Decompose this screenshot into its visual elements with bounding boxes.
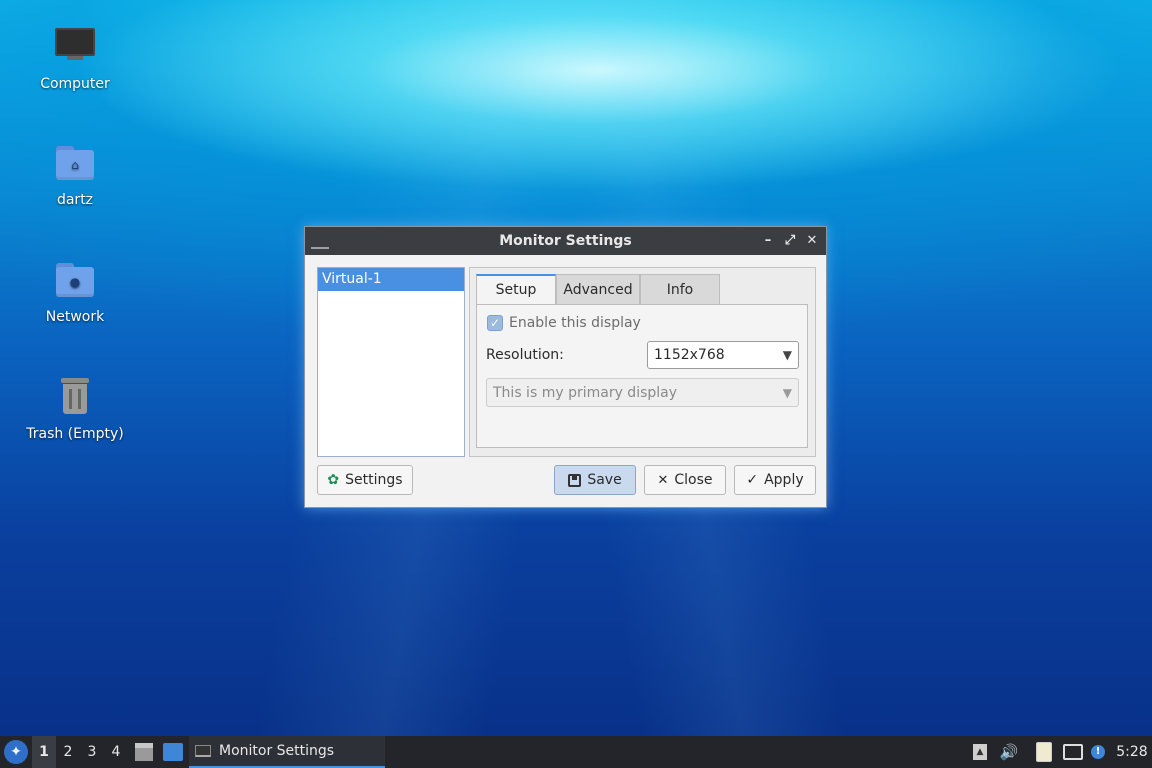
- volume-icon[interactable]: 🔊: [998, 736, 1020, 768]
- chevron-down-icon: ▼: [782, 385, 792, 400]
- workspace-4[interactable]: 4: [104, 736, 128, 768]
- display-list-item[interactable]: Virtual-1: [318, 268, 464, 291]
- gear-icon: ✿: [327, 472, 340, 488]
- desktop-icon-network[interactable]: ● Network: [10, 255, 140, 325]
- close-button-label: Close: [674, 472, 713, 488]
- close-button[interactable]: ✕ Close: [644, 465, 726, 495]
- setup-tab-page: ✓ Enable this display Resolution: 1152x7…: [476, 304, 808, 448]
- monitor-app-icon: [311, 237, 329, 249]
- taskbar-task-monitor-settings[interactable]: Monitor Settings: [189, 736, 385, 768]
- settings-button[interactable]: ✿ Settings: [317, 465, 413, 495]
- task-label: Monitor Settings: [219, 743, 335, 759]
- show-desktop-icon[interactable]: [163, 743, 183, 761]
- clock[interactable]: 5:28: [1112, 736, 1152, 768]
- resolution-select[interactable]: 1152x768 ▼: [647, 341, 799, 369]
- tab-info[interactable]: Info: [640, 274, 720, 304]
- monitor-settings-dialog: Monitor Settings – ⤢ ✕ Virtual-1 Setup A…: [304, 226, 827, 508]
- workspace-1[interactable]: 1: [32, 736, 56, 768]
- minimize-icon[interactable]: –: [760, 232, 776, 250]
- clipboard-icon[interactable]: [1034, 736, 1054, 768]
- resolution-label: Resolution:: [486, 347, 564, 363]
- close-x-icon: ✕: [657, 472, 669, 488]
- desktop-icon-label: dartz: [56, 192, 94, 208]
- workspace-3[interactable]: 3: [80, 736, 104, 768]
- apply-button-label: Apply: [764, 472, 804, 488]
- desktop-icon-home[interactable]: ⌂ dartz: [10, 138, 140, 208]
- display-list[interactable]: Virtual-1: [317, 267, 465, 457]
- notification-icon[interactable]: !: [1090, 736, 1106, 768]
- tab-setup[interactable]: Setup: [476, 274, 556, 304]
- resolution-value: 1152x768: [654, 347, 725, 363]
- window-title: Monitor Settings: [499, 233, 632, 249]
- checkmark-icon: ✓: [746, 472, 759, 488]
- home-folder-icon: ⌂: [51, 138, 99, 186]
- desktop-icon-label: Computer: [40, 76, 110, 92]
- tab-advanced[interactable]: Advanced: [556, 274, 640, 304]
- trash-icon: [51, 372, 99, 420]
- desktop-icon-trash[interactable]: Trash (Empty): [10, 372, 140, 442]
- save-button-label: Save: [587, 472, 622, 488]
- save-disk-icon: [568, 473, 582, 487]
- enable-display-row: ✓ Enable this display: [487, 315, 641, 331]
- save-button[interactable]: Save: [554, 465, 636, 495]
- enable-display-checkbox[interactable]: ✓: [487, 315, 503, 331]
- taskbar: ✦ 1 2 3 4 Monitor Settings ▲ 🔊 ! 5:28: [0, 736, 1152, 768]
- monitor-app-icon: [195, 745, 211, 757]
- network-icon[interactable]: [1062, 736, 1084, 768]
- desktop-icon-computer[interactable]: Computer: [10, 22, 140, 92]
- apply-button[interactable]: ✓ Apply: [734, 465, 816, 495]
- computer-icon: [51, 22, 99, 70]
- network-folder-icon: ●: [51, 255, 99, 303]
- desktop-icon-label: Network: [45, 309, 105, 325]
- chevron-down-icon: ▼: [782, 348, 792, 362]
- close-icon[interactable]: ✕: [804, 232, 820, 250]
- enable-display-label: Enable this display: [509, 315, 641, 331]
- settings-button-label: Settings: [345, 472, 403, 488]
- window-titlebar[interactable]: Monitor Settings – ⤢ ✕: [305, 227, 826, 255]
- primary-display-select: This is my primary display ▼: [486, 378, 799, 407]
- primary-display-value: This is my primary display: [493, 384, 678, 401]
- desktop-icon-label: Trash (Empty): [26, 426, 124, 442]
- maximize-icon[interactable]: ⤢: [782, 232, 798, 250]
- tray-update-icon[interactable]: ▲: [972, 736, 988, 768]
- workspace-2[interactable]: 2: [56, 736, 80, 768]
- file-manager-icon[interactable]: [135, 743, 153, 761]
- start-menu-icon[interactable]: ✦: [4, 740, 28, 764]
- display-settings-panel: Setup Advanced Info ✓ Enable this displa…: [469, 267, 816, 457]
- tab-bar: Setup Advanced Info: [476, 274, 720, 304]
